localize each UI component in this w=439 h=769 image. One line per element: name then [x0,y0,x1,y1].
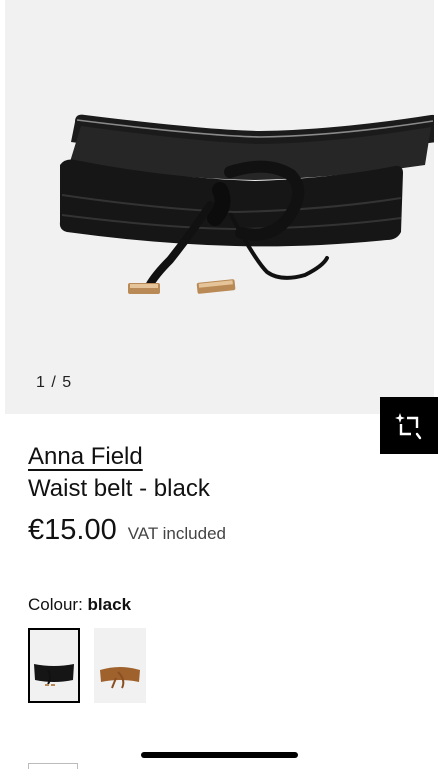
selected-colour: black [87,595,132,614]
sparkle-crop-icon [395,412,422,439]
image-counter: 1 / 5 [36,374,73,391]
try-on-button[interactable] [380,397,438,454]
brown-belt-thumbnail [100,667,140,689]
colour-swatch-brown[interactable] [94,628,146,703]
colour-swatch-black[interactable] [28,628,80,703]
colour-label: Colour: [28,595,83,614]
price-row: €15.00 VAT included [28,514,226,547]
size-select-partial[interactable] [28,763,78,769]
black-belt-thumbnail [34,664,74,686]
product-title: Waist belt - black [28,475,210,502]
product-image [59,114,434,294]
vat-note: VAT included [127,524,226,543]
colour-selection-label: Colour: black [28,595,131,615]
brand-link[interactable]: Anna Field [28,443,143,471]
home-indicator [141,752,298,758]
price: €15.00 [28,514,117,546]
product-image-gallery[interactable]: 1 / 5 [5,0,434,414]
